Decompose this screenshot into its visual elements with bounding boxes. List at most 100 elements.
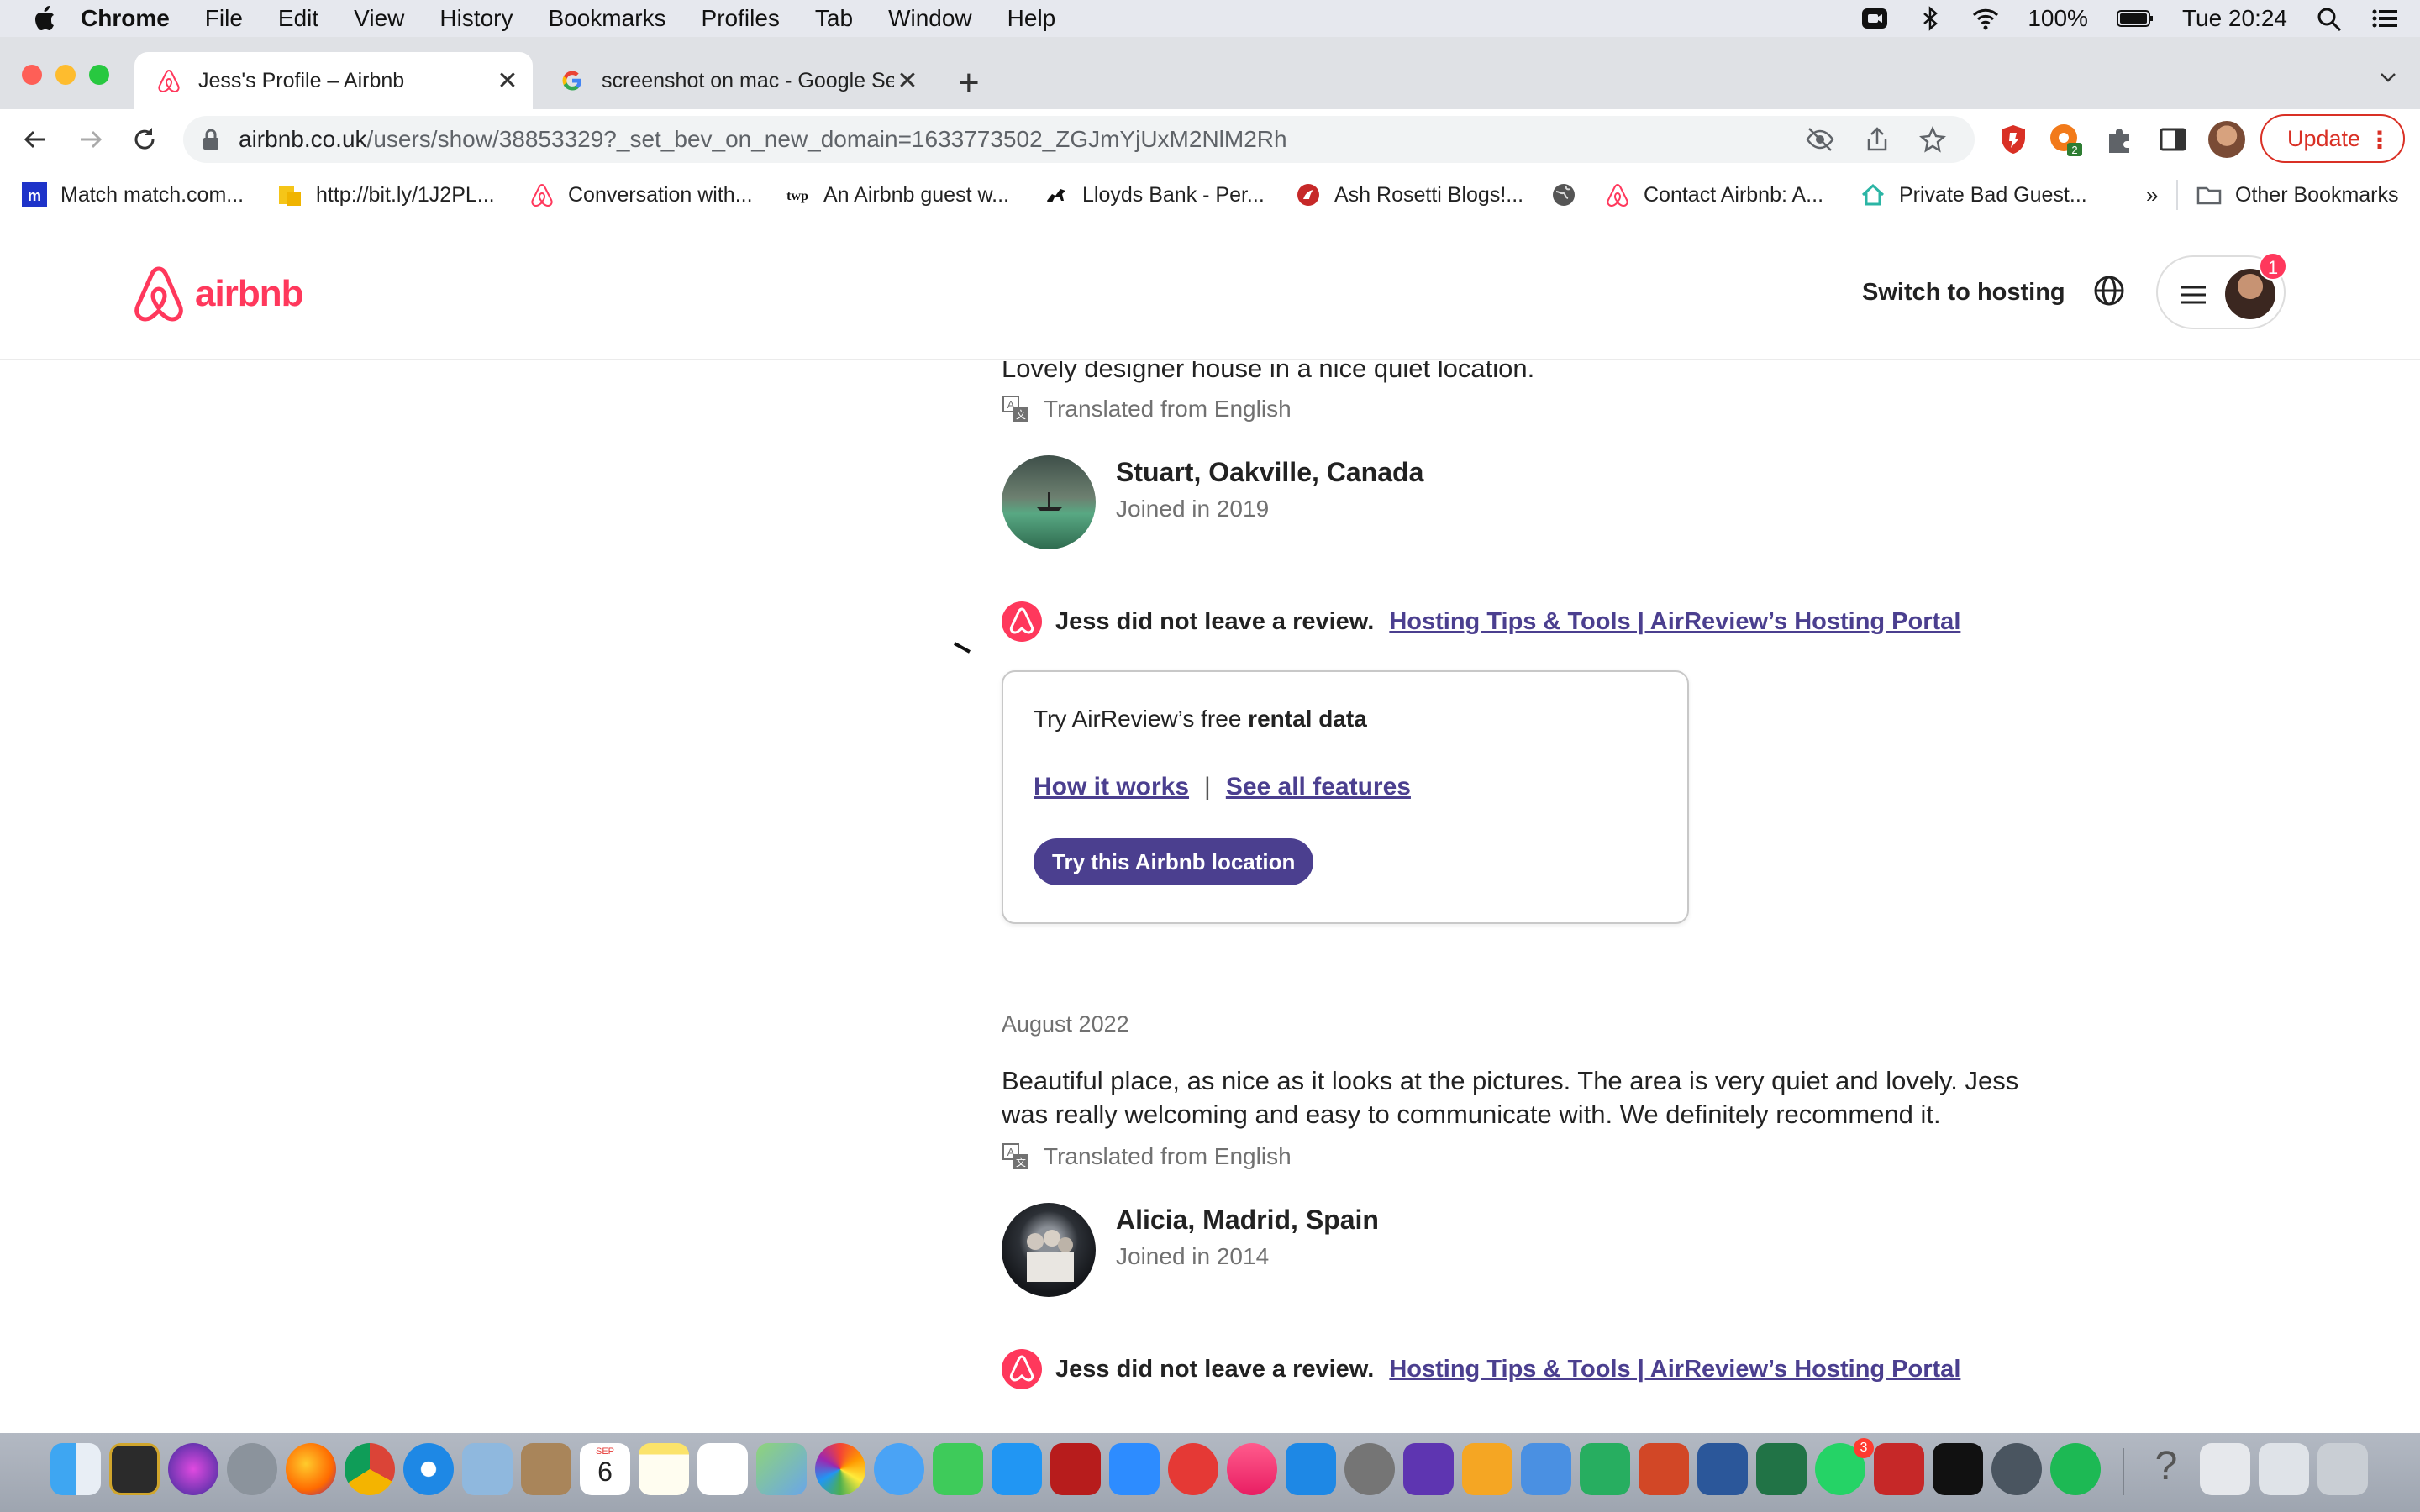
try-airbnb-location-button[interactable]: Try this Airbnb location <box>1034 838 1314 885</box>
bookmarks-overflow-button[interactable]: » <box>2146 180 2158 210</box>
photo-booth-icon[interactable] <box>1050 1443 1101 1495</box>
acrobat-icon[interactable] <box>1874 1443 1924 1495</box>
tab-close-icon[interactable]: ✕ <box>894 66 921 96</box>
zoom-icon[interactable] <box>1109 1443 1160 1495</box>
update-button[interactable]: Update ⋮ <box>2260 114 2405 163</box>
battery-icon[interactable] <box>2116 6 2154 31</box>
messages-icon[interactable] <box>874 1443 924 1495</box>
menu-view[interactable]: View <box>354 5 404 32</box>
profile-avatar[interactable] <box>2208 121 2245 158</box>
clock[interactable]: Tue 20:24 <box>2182 5 2287 32</box>
mail-stamp-icon[interactable] <box>462 1443 513 1495</box>
tab-search-chevron-icon[interactable] <box>2378 67 2398 87</box>
menu-tab[interactable]: Tab <box>815 5 853 32</box>
menu-bookmarks[interactable]: Bookmarks <box>548 5 666 32</box>
chrome-icon[interactable] <box>345 1443 395 1495</box>
downloads-stack-icon[interactable] <box>2200 1443 2250 1495</box>
tab-google-search[interactable]: screenshot on mac - Google Se ✕ <box>538 52 933 109</box>
maps-icon[interactable] <box>756 1443 807 1495</box>
control-center-icon[interactable] <box>2371 6 2398 31</box>
bookmark-item[interactable]: twp An Airbnb guest w... <box>785 180 1009 210</box>
facetime-icon[interactable] <box>933 1443 983 1495</box>
wifi-icon[interactable] <box>1972 6 1999 31</box>
forward-icon[interactable] <box>76 124 106 155</box>
menu-edit[interactable]: Edit <box>278 5 318 32</box>
contacts-icon[interactable] <box>521 1443 571 1495</box>
bookmark-item[interactable]: http://bit.ly/1J2PL... <box>277 180 495 210</box>
eye-off-icon[interactable] <box>1805 126 1835 153</box>
new-tab-button[interactable]: + <box>958 62 980 104</box>
see-all-features-link[interactable]: See all features <box>1226 773 1411 801</box>
bookmark-item[interactable]: Conversation with... <box>529 180 753 210</box>
window-close-button[interactable] <box>22 65 42 85</box>
reviewer-avatar[interactable] <box>1002 455 1096 549</box>
reviewer-avatar[interactable] <box>1002 1203 1096 1297</box>
spotlight-icon[interactable] <box>2316 6 2343 31</box>
powerpoint-icon[interactable] <box>1639 1443 1689 1495</box>
menu-history[interactable]: History <box>439 5 513 32</box>
numbers-icon[interactable] <box>1580 1443 1630 1495</box>
safari-icon[interactable] <box>403 1443 454 1495</box>
menu-profiles[interactable]: Profiles <box>702 5 780 32</box>
reviewer-name[interactable]: Alicia, Madrid, Spain <box>1116 1205 1379 1236</box>
menu-help[interactable]: Help <box>1007 5 1056 32</box>
how-it-works-link[interactable]: How it works <box>1034 773 1189 801</box>
keynote-icon[interactable] <box>1521 1443 1571 1495</box>
siri-icon[interactable] <box>168 1443 218 1495</box>
hosting-portal-link[interactable]: Hosting Tips & Tools | AirReview’s Hosti… <box>1389 1356 1960 1383</box>
airbnb-logo[interactable]: airbnb <box>131 265 303 323</box>
side-panel-icon[interactable] <box>2156 123 2190 156</box>
trash-icon[interactable] <box>2317 1443 2368 1495</box>
system-preferences-icon[interactable] <box>1344 1443 1395 1495</box>
hosting-portal-link[interactable]: Hosting Tips & Tools | AirReview’s Hosti… <box>1389 608 1960 636</box>
tab-close-icon[interactable]: ✕ <box>494 66 521 96</box>
back-icon[interactable] <box>20 124 50 155</box>
launchpad-icon[interactable] <box>227 1443 277 1495</box>
bookmark-item[interactable]: Lloyds Bank - Per... <box>1044 180 1265 210</box>
blocker-icon[interactable] <box>1168 1443 1218 1495</box>
kebab-menu-icon[interactable]: ⋮ <box>2368 126 2391 154</box>
reminders-icon[interactable] <box>697 1443 748 1495</box>
documents-stack-icon[interactable] <box>2259 1443 2309 1495</box>
apple-icon[interactable] <box>34 6 55 31</box>
imovie-star-icon[interactable] <box>1403 1443 1454 1495</box>
activity-monitor-icon[interactable] <box>109 1443 160 1495</box>
finder-icon[interactable] <box>50 1443 101 1495</box>
firefox-icon[interactable] <box>286 1443 336 1495</box>
bookmark-item[interactable]: Contact Airbnb: A... <box>1605 180 1823 210</box>
switch-to-hosting-link[interactable]: Switch to hosting <box>1862 279 2065 307</box>
pages-icon[interactable] <box>1462 1443 1512 1495</box>
bluetooth-icon[interactable] <box>1917 6 1944 31</box>
share-icon[interactable] <box>1864 126 1891 153</box>
address-bar[interactable]: airbnb.co.uk/users/show/38853329?_set_be… <box>183 116 1975 163</box>
extension-honey-icon[interactable]: 2 <box>2049 123 2082 156</box>
notes-icon[interactable] <box>639 1443 689 1495</box>
other-bookmarks[interactable]: Other Bookmarks <box>2176 180 2399 210</box>
menu-window[interactable]: Window <box>888 5 972 32</box>
bookmark-item[interactable]: Ash Rosetti Blogs!... <box>1296 180 1523 210</box>
lock-icon[interactable] <box>202 128 220 151</box>
bookmark-item[interactable]: Private Bad Guest... <box>1860 180 2087 210</box>
reviewer-name[interactable]: Stuart, Oakville, Canada <box>1116 457 1423 488</box>
window-minimize-button[interactable] <box>55 65 76 85</box>
app-store-icon[interactable] <box>1286 1443 1336 1495</box>
tab-airbnb-profile[interactable]: Jess's Profile – Airbnb ✕ <box>134 52 533 109</box>
bookmark-item[interactable]: m Match match.com... <box>22 180 244 210</box>
screen-record-icon[interactable] <box>1861 6 1888 31</box>
calendar-icon[interactable]: SEP 6 <box>580 1443 630 1495</box>
bookmark-star-icon[interactable] <box>1919 126 1946 153</box>
reload-icon[interactable] <box>129 124 160 155</box>
window-zoom-button[interactable] <box>89 65 109 85</box>
disk-utility-icon[interactable] <box>1991 1443 2042 1495</box>
word-icon[interactable] <box>1697 1443 1748 1495</box>
skype-icon[interactable] <box>992 1443 1042 1495</box>
spotify-icon[interactable] <box>2050 1443 2101 1495</box>
extensions-puzzle-icon[interactable] <box>2102 123 2136 156</box>
menu-file[interactable]: File <box>205 5 243 32</box>
globe-language-icon[interactable] <box>2092 274 2126 307</box>
menu-app-name[interactable]: Chrome <box>81 5 170 32</box>
tidal-icon[interactable] <box>1933 1443 1983 1495</box>
music-icon[interactable] <box>1227 1443 1277 1495</box>
extension-shield-icon[interactable] <box>1996 123 2030 156</box>
bookmark-item[interactable] <box>1551 180 1576 210</box>
